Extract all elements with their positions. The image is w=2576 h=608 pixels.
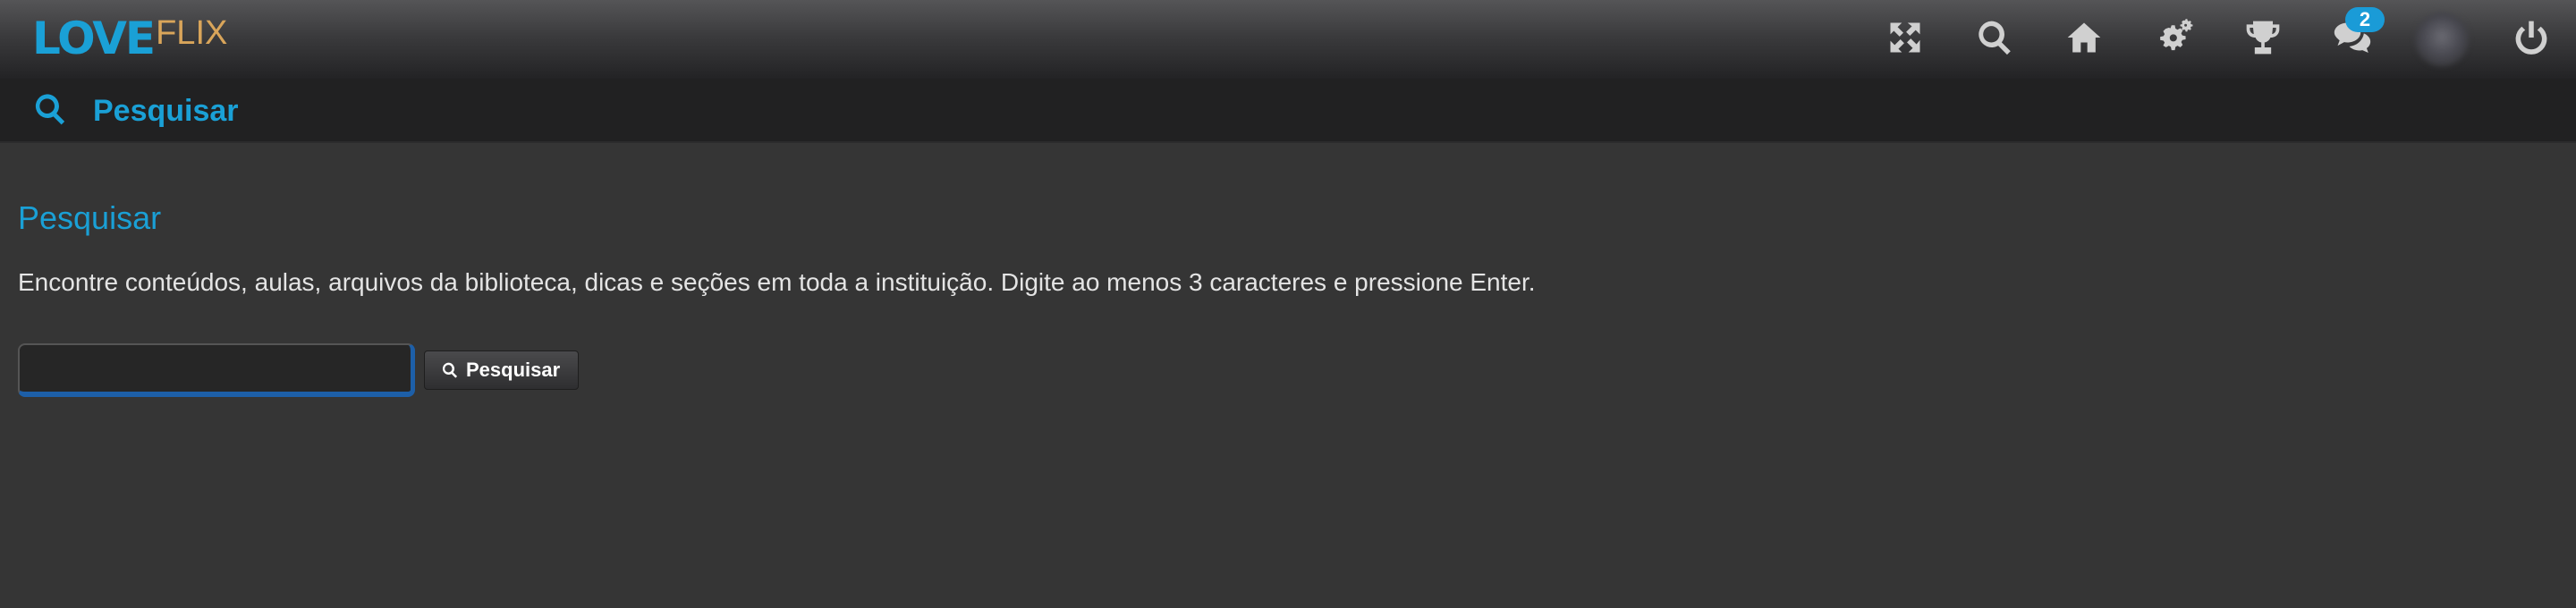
trophy-icon: [2243, 18, 2283, 62]
search-form: Pesquisar: [18, 343, 580, 397]
app-logo[interactable]: LOVE FLIX: [32, 7, 227, 70]
fullscreen-icon: [1885, 18, 1925, 62]
search-button[interactable]: [1950, 0, 2039, 79]
search-submit-label: Pesquisar: [466, 359, 561, 381]
home-button[interactable]: [2039, 0, 2129, 79]
power-icon: [2512, 18, 2551, 62]
search-icon: [441, 361, 466, 379]
fullscreen-button[interactable]: [1860, 0, 1950, 79]
settings-button[interactable]: [2129, 0, 2218, 79]
avatar: [2415, 13, 2469, 66]
search-icon: [32, 91, 72, 131]
search-submit-button[interactable]: Pesquisar: [424, 350, 580, 390]
logout-button[interactable]: [2487, 0, 2576, 79]
page-title: Pesquisar: [18, 199, 162, 236]
messages-button[interactable]: 2: [2308, 0, 2397, 79]
achievements-button[interactable]: [2218, 0, 2308, 79]
logo-secondary-text: FLIX: [156, 14, 228, 52]
search-input[interactable]: [18, 343, 415, 397]
user-avatar-button[interactable]: [2397, 0, 2487, 79]
top-navbar: LOVE FLIX 2: [0, 0, 2576, 79]
home-icon: [2064, 18, 2104, 62]
search-icon: [1975, 18, 2014, 62]
page-description: Encontre conteúdos, aulas, arquivos da b…: [18, 268, 1536, 296]
page-header-title: Pesquisar: [93, 94, 239, 128]
top-icon-bar: 2: [1860, 0, 2576, 79]
logo-primary-text: LOVE: [32, 13, 156, 64]
unread-messages-badge: 2: [2345, 7, 2385, 32]
page-header-bar: Pesquisar: [0, 79, 2576, 143]
settings-gears-icon: [2154, 18, 2193, 62]
